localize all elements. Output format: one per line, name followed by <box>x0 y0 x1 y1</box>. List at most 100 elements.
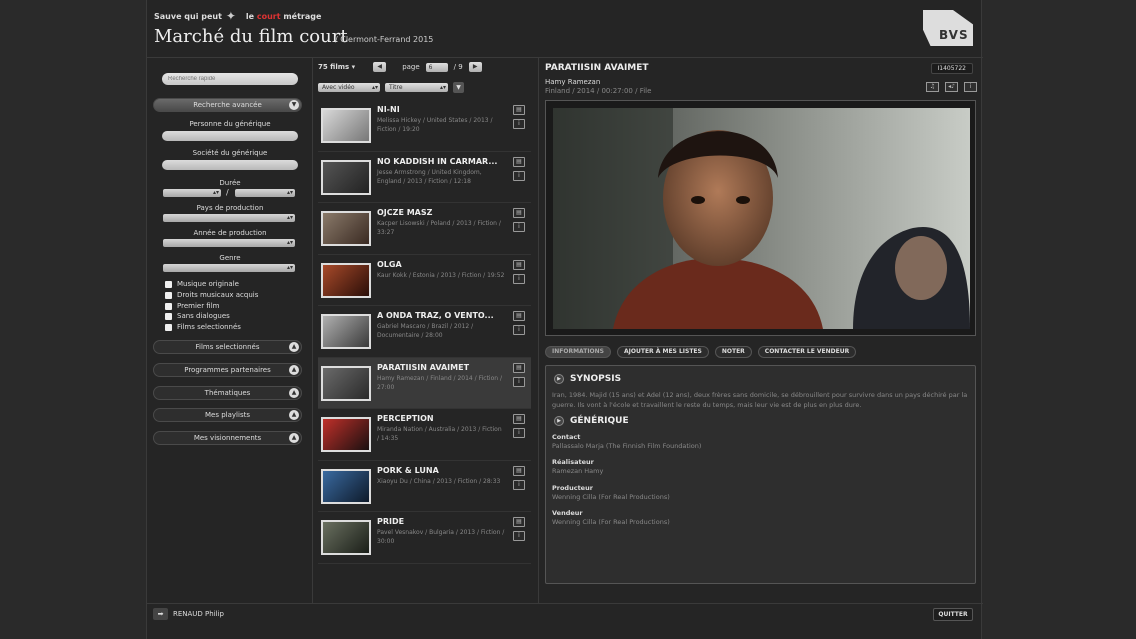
checkbox-no-dialogue[interactable]: Sans dialogues <box>165 312 230 320</box>
next-page-button[interactable]: ▶ <box>468 62 482 72</box>
info-icon[interactable]: i <box>513 428 525 438</box>
subtitles-icon[interactable]: ▤ <box>513 362 525 373</box>
credits-heading[interactable]: ▶ GÉNÉRIQUE <box>554 416 629 426</box>
tab-add-to-lists[interactable]: AJOUTER À MES LISTES <box>617 346 709 358</box>
section-themes[interactable]: Thématiques ▲ <box>153 386 302 400</box>
film-list-item[interactable]: OLGA Kaur Kokk / Estonia / 2013 / Fiction… <box>318 255 531 306</box>
year-select[interactable]: ▴▾ <box>163 239 295 247</box>
info-icon[interactable]: i <box>513 376 525 387</box>
tab-rate[interactable]: NOTER <box>714 346 752 358</box>
film-meta: Pavel Vesnakov / Bulgaria / 2013 / Ficti… <box>377 529 505 545</box>
checkbox[interactable] <box>165 312 172 320</box>
checkbox[interactable] <box>165 291 172 299</box>
audio-track-icon[interactable]: ◂♪ <box>945 82 958 92</box>
country-select[interactable]: ▴▾ <box>163 214 295 222</box>
quit-button[interactable]: QUITTER <box>933 608 973 621</box>
sort-direction-button[interactable]: ▼ <box>453 82 464 93</box>
subtitles-icon[interactable]: ▤ <box>513 208 525 218</box>
info-icon[interactable]: i <box>513 325 525 335</box>
tab-informations[interactable]: INFORMATIONS <box>545 346 611 358</box>
checkbox-music-rights[interactable]: Droits musicaux acquis <box>165 291 258 299</box>
section-viewings[interactable]: Mes visionnements ▲ <box>153 431 302 445</box>
film-list-item[interactable]: PERCEPTION Miranda Nation / Australia / 2… <box>318 409 531 461</box>
film-title[interactable]: NO KADDISH IN CARMAR... <box>377 157 497 166</box>
subtitles-icon[interactable]: ▤ <box>513 311 525 321</box>
subtitles-icon[interactable]: ▤ <box>513 517 525 527</box>
film-actions: ▤ i <box>513 311 525 335</box>
section-selected-films[interactable]: Films selectionnés ▲ <box>153 340 302 354</box>
film-title[interactable]: OLGA <box>377 260 402 269</box>
checkbox-first-film[interactable]: Premier film <box>165 302 219 310</box>
synopsis-heading[interactable]: ▶ SYNOPSIS <box>554 374 621 384</box>
film-actions: ▤ i <box>513 156 525 181</box>
prev-page-button[interactable]: ◀ <box>373 62 387 72</box>
checkbox[interactable] <box>165 302 172 310</box>
film-title[interactable]: A ONDA TRAZ, O VENTO... <box>377 311 494 320</box>
duration-separator: / <box>226 188 229 197</box>
section-playlists[interactable]: Mes playlists ▲ <box>153 408 302 422</box>
credit-role: Réalisateur <box>552 458 594 466</box>
logout-arrow-button[interactable]: ➡ <box>153 608 168 620</box>
credit-name: Pallassalo Marja (The Finnish Film Found… <box>552 442 702 450</box>
film-actions: ▤ i <box>513 414 525 438</box>
video-filter-select[interactable]: Avec vidéo ▴▾ <box>318 83 380 92</box>
film-thumbnail[interactable] <box>321 211 371 246</box>
subtitles-icon[interactable]: ▤ <box>513 156 525 167</box>
film-actions: ▤ i <box>513 259 525 284</box>
film-list-item[interactable]: PRIDE Pavel Vesnakov / Bulgaria / 2013 / … <box>318 512 531 564</box>
film-list-item[interactable]: PORK & LUNA Xiaoyu Du / China / 2013 / Fi… <box>318 461 531 512</box>
info-icon[interactable]: i <box>513 479 525 490</box>
tab-contact-seller[interactable]: CONTACTER LE VENDEUR <box>757 346 857 358</box>
info-icon[interactable]: i <box>964 82 977 92</box>
checkbox-original-music[interactable]: Musique originale <box>165 280 239 288</box>
music-icon[interactable]: ♫ <box>926 82 939 92</box>
film-thumbnail[interactable] <box>321 108 371 143</box>
section-partner-programs[interactable]: Programmes partenaires ▲ <box>153 363 302 377</box>
film-title[interactable]: OJCZE MASZ <box>377 208 432 217</box>
subtitles-icon[interactable]: ▤ <box>513 259 525 270</box>
film-thumbnail[interactable] <box>321 314 371 349</box>
duration-max-select[interactable]: ▴▾ <box>235 189 295 197</box>
subtitles-icon[interactable]: ▤ <box>513 465 525 476</box>
film-list-item[interactable]: NI-NI Melissa Hickey / United States / 20… <box>318 100 531 152</box>
film-list-item[interactable]: OJCZE MASZ Kacper Lisowski / Poland / 201… <box>318 203 531 255</box>
info-icon[interactable]: i <box>513 170 525 181</box>
checkbox-selected-films[interactable]: Films selectionnés <box>165 323 241 331</box>
person-input[interactable] <box>162 131 298 141</box>
brand-bar: Sauve qui peut ✦ le court métrage <box>154 9 321 23</box>
checkbox[interactable] <box>165 280 172 288</box>
film-count[interactable]: 75 films ▾ <box>318 63 355 71</box>
film-thumbnail[interactable] <box>321 468 371 504</box>
checkbox[interactable] <box>165 323 172 331</box>
film-thumbnail[interactable] <box>321 262 371 298</box>
film-thumbnail[interactable] <box>321 365 371 401</box>
film-thumbnail[interactable] <box>321 520 371 555</box>
film-list-item[interactable]: A ONDA TRAZ, O VENTO... Gabriel Mascaro /… <box>318 306 531 358</box>
info-icon[interactable]: i <box>513 531 525 541</box>
credit-name: Ramezan Hamy <box>552 467 604 475</box>
film-title[interactable]: PRIDE <box>377 517 404 526</box>
info-icon[interactable]: i <box>513 119 525 129</box>
advanced-search-toggle[interactable]: Recherche avancée ▼ <box>153 98 302 112</box>
film-thumbnail[interactable] <box>321 417 371 452</box>
film-meta: Gabriel Mascaro / Brazil / 2012 / Docume… <box>377 323 474 339</box>
film-title[interactable]: PERCEPTION <box>377 414 434 423</box>
sort-select[interactable]: Titre ▴▾ <box>385 83 448 92</box>
film-thumbnail[interactable] <box>321 159 371 195</box>
page-select[interactable]: 6 <box>425 62 448 72</box>
film-still-image[interactable] <box>553 108 970 329</box>
info-icon[interactable]: i <box>513 222 525 232</box>
film-title[interactable]: PARATIISIN AVAIMET <box>377 363 469 372</box>
quick-search-input[interactable] <box>162 73 298 85</box>
company-input[interactable] <box>162 160 298 170</box>
film-list-item[interactable]: PARATIISIN AVAIMET Hamy Ramezan / Finland… <box>318 357 531 409</box>
subtitles-icon[interactable]: ▤ <box>513 105 525 115</box>
duration-min-select[interactable]: ▴▾ <box>163 189 221 197</box>
genre-select[interactable]: ▴▾ <box>163 264 295 272</box>
running-man-logo-icon: ✦ <box>225 9 236 23</box>
info-icon[interactable]: i <box>513 273 525 284</box>
subtitles-icon[interactable]: ▤ <box>513 414 525 424</box>
film-list-item[interactable]: NO KADDISH IN CARMAR... Jesse Armstrong /… <box>318 152 531 203</box>
film-title[interactable]: PORK & LUNA <box>377 466 439 475</box>
film-title[interactable]: NI-NI <box>377 105 400 114</box>
